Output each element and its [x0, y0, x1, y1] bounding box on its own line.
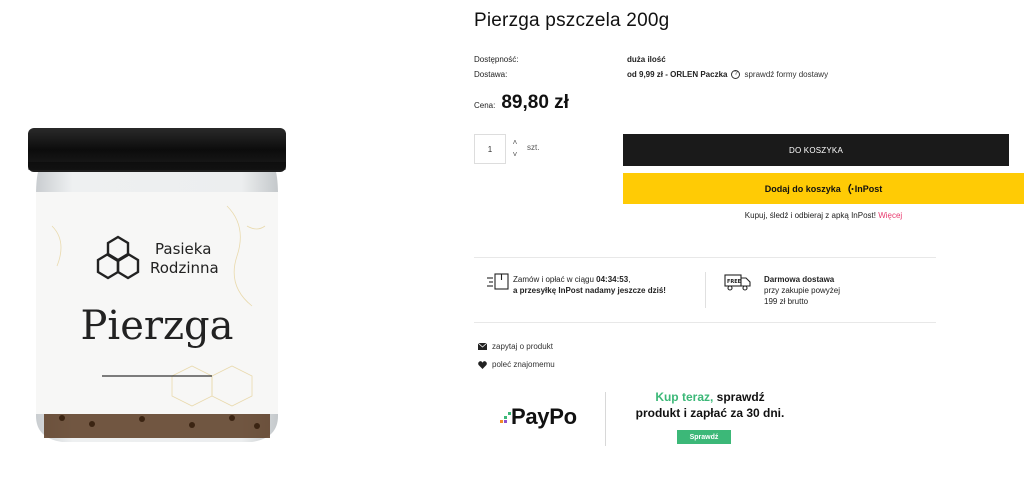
- divider: [474, 257, 936, 258]
- price-row: Cena: 89,80 zł: [474, 92, 569, 114]
- product-image[interactable]: Pasieka Rodzinna Pierzga: [22, 126, 292, 448]
- paypo-headline-green: Kup teraz,: [655, 390, 714, 404]
- inpost-brand-text: InPost: [854, 183, 883, 194]
- inpost-logo: InPost: [846, 183, 883, 195]
- paypo-divider: [605, 392, 606, 446]
- recommend-to-friend-link[interactable]: poleć znajomemu: [478, 360, 555, 369]
- heart-icon: [478, 360, 487, 369]
- recommend-to-friend-label: poleć znajomemu: [492, 360, 555, 369]
- jar-product-name: Pierzga: [80, 303, 233, 349]
- question-icon[interactable]: ?: [731, 70, 741, 80]
- delivery-label: Dostawa:: [474, 70, 508, 79]
- free-shipping-line3: 199 zł brutto: [764, 297, 809, 306]
- envelope-icon: [478, 343, 487, 350]
- quantity-stepper[interactable]: ˄ ˅: [510, 137, 520, 161]
- free-badge: FREE: [727, 279, 742, 285]
- availability-value: duża ilość: [627, 55, 666, 64]
- paypo-check-button[interactable]: Sprawdź: [677, 430, 731, 444]
- vertical-divider: [705, 272, 706, 308]
- dispatch-today-info: Zamów i opłać w ciągu 04:34:53, a przesy…: [513, 274, 683, 296]
- ask-about-product-label: zapytaj o produkt: [492, 342, 553, 351]
- divider: [474, 322, 936, 323]
- inpost-more-link[interactable]: Więcej: [878, 211, 902, 220]
- jar-brand-line1: Pasieka: [155, 240, 211, 258]
- dispatch-text-end: a przesyłkę InPost nadamy jeszcze dziś!: [513, 286, 666, 295]
- delivery-row: Dostawa: od 9,99 zł - ORLEN Paczka? sprawd…: [474, 70, 828, 80]
- price-label: Cena:: [474, 101, 496, 110]
- paypo-headline-rest: sprawdź: [713, 390, 765, 404]
- inpost-add-to-cart-button[interactable]: Dodaj do koszyka InPost: [623, 173, 1024, 204]
- product-title: Pierzga pszczela 200g: [474, 10, 670, 31]
- paypo-logo[interactable]: PayPo: [500, 404, 577, 430]
- inpost-mark-icon: [848, 183, 854, 194]
- free-shipping-line2: przy zakupie powyżej: [764, 286, 841, 295]
- quantity-unit: szt.: [527, 143, 540, 152]
- availability-label: Dostępność:: [474, 55, 519, 64]
- inpost-note-text: Kupuj, śledź i odbieraj z apką InPost!: [744, 211, 876, 220]
- chevron-down-icon[interactable]: ˅: [510, 149, 520, 161]
- dispatch-text-comma: ,: [628, 275, 631, 284]
- paypo-logo-text: PayPo: [511, 404, 577, 429]
- paypo-dots-icon: [500, 412, 511, 423]
- delivery-options-link[interactable]: sprawdź formy dostawy: [744, 70, 828, 79]
- delivery-value: od 9,99 zł - ORLEN Paczka: [627, 70, 728, 79]
- chevron-up-icon[interactable]: ˄: [510, 137, 520, 149]
- ask-about-product-link[interactable]: zapytaj o produkt: [478, 342, 553, 351]
- quantity-input[interactable]: 1: [474, 134, 506, 164]
- jar-brand-line2: Rodzinna: [150, 259, 219, 277]
- inpost-button-label: Dodaj do koszyka: [764, 183, 841, 194]
- free-shipping-title: Darmowa dostawa: [764, 275, 835, 284]
- fast-delivery-box-icon: [487, 273, 509, 290]
- inpost-note: Kupuj, śledź i odbieraj z apką InPost! W…: [623, 211, 1024, 220]
- availability-row: Dostępność: duża ilość: [474, 55, 666, 64]
- paypo-headline: Kup teraz, sprawdź: [617, 390, 803, 404]
- paypo-subline: produkt i zapłać za 30 dni.: [635, 406, 785, 420]
- price-value: 89,80 zł: [501, 92, 569, 113]
- free-shipping-info: Darmowa dostawa przy zakupie powyżej 199…: [764, 274, 884, 307]
- dispatch-timer: 04:34:53: [596, 275, 629, 284]
- add-to-cart-button[interactable]: DO KOSZYKA: [623, 134, 1009, 166]
- dispatch-text-start: Zamów i opłać w ciągu: [513, 275, 597, 284]
- free-delivery-truck-icon: FREE: [724, 274, 751, 291]
